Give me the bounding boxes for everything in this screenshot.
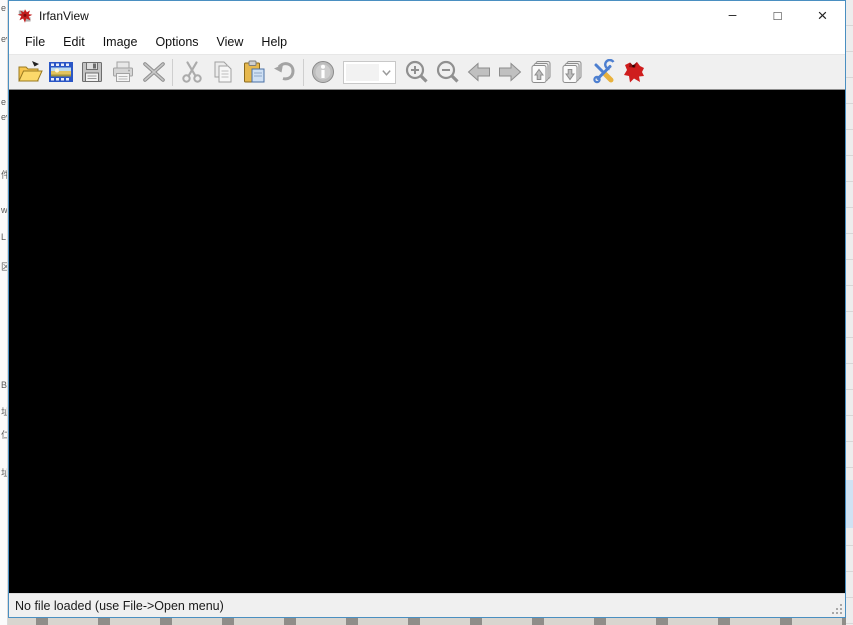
- page-down-button[interactable]: [556, 57, 587, 88]
- maximize-button[interactable]: □: [755, 1, 800, 30]
- irfanview-logo-icon: [621, 59, 647, 85]
- minimize-button[interactable]: –: [710, 1, 755, 30]
- zoom-level-combobox[interactable]: [343, 61, 396, 84]
- slideshow-button[interactable]: [45, 57, 76, 88]
- irfanview-window: IrfanView – □ × File Edit Image Options …: [8, 0, 846, 618]
- undo-icon: [272, 59, 298, 85]
- open-folder-icon: [17, 59, 43, 85]
- edge-text-fragment: 址: [1, 407, 8, 417]
- next-file-button[interactable]: [494, 57, 525, 88]
- edge-text-fragment: ev: [1, 34, 8, 44]
- background-window-sliver-right: [846, 0, 853, 625]
- window-title: IrfanView: [39, 9, 710, 23]
- image-canvas[interactable]: [9, 89, 845, 593]
- toolbar-separator: [172, 59, 173, 86]
- scissors-icon: [179, 59, 205, 85]
- menubar: File Edit Image Options View Help: [9, 30, 845, 54]
- toolbar: [9, 54, 845, 89]
- previous-file-button[interactable]: [463, 57, 494, 88]
- menu-edit[interactable]: Edit: [54, 32, 94, 52]
- titlebar[interactable]: IrfanView – □ ×: [9, 1, 845, 30]
- status-message: No file loaded (use File->Open menu): [15, 599, 224, 613]
- save-button[interactable]: [76, 57, 107, 88]
- paste-button[interactable]: [238, 57, 269, 88]
- delete-icon: [141, 59, 167, 85]
- background-window-sliver-bottom: [8, 618, 846, 625]
- edge-text-fragment: w: [1, 205, 8, 215]
- undo-button[interactable]: [269, 57, 300, 88]
- arrow-right-icon: [497, 59, 523, 85]
- background-highlight-row: [846, 480, 853, 528]
- edge-text-fragment: e: [1, 3, 6, 13]
- menu-help[interactable]: Help: [252, 32, 296, 52]
- edge-text-fragment: e: [1, 97, 6, 107]
- zoom-in-icon: [404, 59, 430, 85]
- delete-button[interactable]: [138, 57, 169, 88]
- resize-grip[interactable]: [830, 602, 844, 616]
- save-icon: [79, 59, 105, 85]
- edge-text-fragment: ev: [1, 112, 8, 122]
- paste-icon: [241, 59, 267, 85]
- menu-image[interactable]: Image: [94, 32, 147, 52]
- info-button[interactable]: [307, 57, 338, 88]
- page-down-icon: [559, 59, 585, 85]
- edge-text-fragment: 区: [1, 262, 8, 272]
- menu-file[interactable]: File: [16, 32, 54, 52]
- edge-text-fragment: 仁: [1, 430, 8, 440]
- info-icon: [310, 59, 336, 85]
- toolbar-separator: [303, 59, 304, 86]
- tools-icon: [590, 59, 616, 85]
- page-up-button[interactable]: [525, 57, 556, 88]
- copy-icon: [210, 59, 236, 85]
- background-window-sliver-left: e ev e ev 件 w L 区 B 址 仁 址: [0, 0, 8, 625]
- edge-text-fragment: 件: [1, 170, 8, 180]
- properties-button[interactable]: [587, 57, 618, 88]
- close-button[interactable]: ×: [800, 1, 845, 30]
- print-button[interactable]: [107, 57, 138, 88]
- open-button[interactable]: [14, 57, 45, 88]
- zoom-in-button[interactable]: [401, 57, 432, 88]
- menu-options[interactable]: Options: [146, 32, 207, 52]
- menu-view[interactable]: View: [208, 32, 253, 52]
- edge-text-fragment: 址: [1, 468, 8, 478]
- chevron-down-icon: [381, 67, 392, 78]
- print-icon: [110, 59, 136, 85]
- page-up-icon: [528, 59, 554, 85]
- edge-text-fragment: B: [1, 380, 7, 390]
- irfanview-app-icon: [17, 8, 33, 24]
- cut-button[interactable]: [176, 57, 207, 88]
- zoom-out-icon: [435, 59, 461, 85]
- edge-text-fragment: L: [1, 232, 6, 242]
- zoom-out-button[interactable]: [432, 57, 463, 88]
- about-button[interactable]: [618, 57, 649, 88]
- statusbar: No file loaded (use File->Open menu): [9, 593, 845, 617]
- copy-button[interactable]: [207, 57, 238, 88]
- zoom-level-value: [346, 64, 379, 81]
- arrow-left-icon: [466, 59, 492, 85]
- slideshow-icon: [48, 59, 74, 85]
